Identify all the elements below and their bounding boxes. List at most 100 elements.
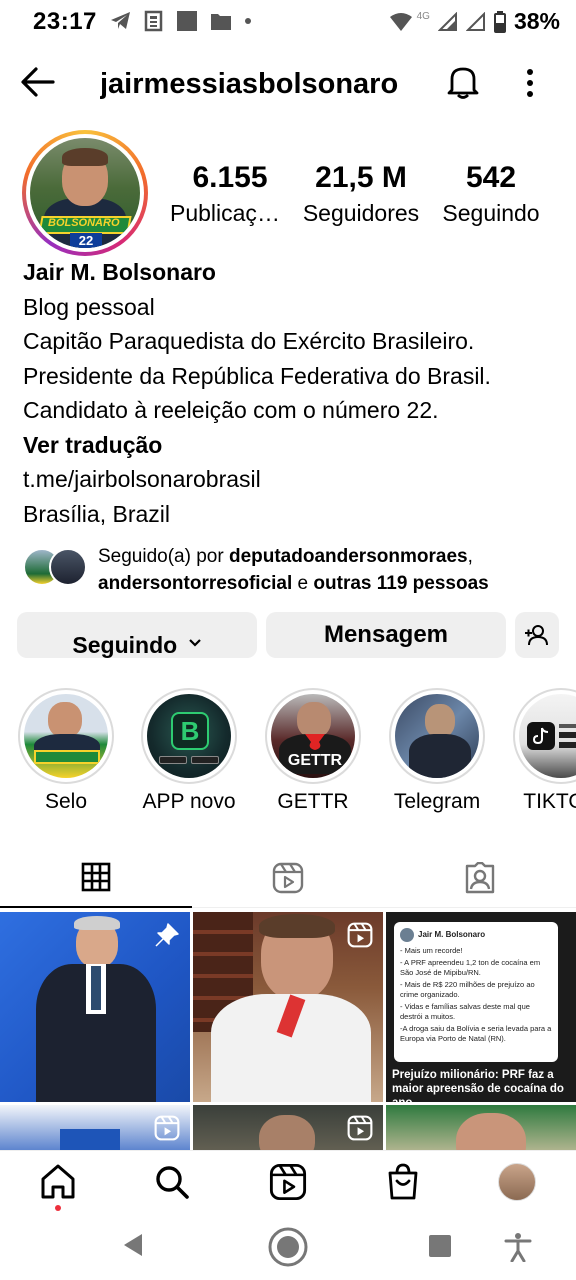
mutual-followers-others: outras 119 pessoas (313, 573, 489, 594)
recents-square-icon (429, 1235, 451, 1257)
profile-avatar[interactable]: BOLSONARO 22 (22, 130, 148, 256)
profile-username: jairmessiasbolsonaro (100, 68, 399, 100)
battery-icon (493, 10, 506, 33)
post-caption: Prejuízo milionário: PRF faz a maior apr… (392, 1069, 564, 1102)
profile-location[interactable]: Brasília, Brazil (23, 497, 563, 532)
highlight-label: TIKTOK (523, 790, 576, 813)
highlight-cover: B (147, 694, 231, 778)
post-thumbnail[interactable] (193, 912, 383, 1102)
tab-reels[interactable] (192, 848, 384, 908)
reels-icon (269, 1163, 307, 1201)
post-thumbnail[interactable]: Jair M. Bolsonaro - Mais um recorde! - A… (386, 912, 576, 1102)
mutual-follower-name: deputadoandersonmoraes (228, 546, 468, 567)
following-button[interactable]: Seguindo (17, 612, 257, 658)
post-thumbnail[interactable] (386, 1105, 576, 1150)
nav-profile[interactable] (498, 1163, 538, 1207)
tiktok-icon (533, 727, 549, 745)
highlight-cover (395, 694, 479, 778)
accessibility-icon (504, 1233, 532, 1263)
home-icon (41, 1164, 75, 1199)
mutual-followers-text[interactable]: Seguido(a) por deputadoandersonmoraes, a… (98, 543, 568, 597)
highlight-app-novo[interactable]: B APP novo (140, 688, 238, 814)
tab-posts-grid[interactable] (0, 848, 192, 908)
bio-line: Capitão Paraquedista do Exército Brasile… (23, 328, 475, 354)
more-vertical-icon (527, 69, 533, 97)
signal-icon (465, 11, 485, 31)
gettr-text: GETTR (287, 752, 343, 769)
reels-icon (272, 862, 304, 894)
highlight-tiktok[interactable]: TIKTOK (512, 688, 576, 814)
status-notification-icons (110, 10, 252, 32)
bio-line: Presidente da República Federativa do Br… (23, 362, 491, 389)
stat-followers-value: 21,5 M (315, 161, 407, 194)
bio-line: Blog pessoal (23, 293, 155, 320)
reels-icon (347, 922, 373, 948)
avatar (400, 928, 414, 942)
profile-tabs (0, 848, 576, 908)
accessibility-button[interactable] (504, 1232, 532, 1267)
highlight-gettr[interactable]: GETTR GETTR (264, 688, 362, 814)
highlight-selo[interactable]: Selo (17, 688, 115, 814)
system-navigation-bar (0, 1220, 576, 1280)
highlight-telegram[interactable]: Telegram (388, 688, 486, 814)
message-button[interactable]: Mensagem (266, 612, 506, 658)
highlight-label: GETTR (277, 790, 349, 813)
mutual-followers-avatars[interactable] (23, 548, 89, 586)
stat-followers[interactable]: 21,5 M Seguidores (298, 160, 424, 230)
battery-percent: 38% (513, 8, 560, 34)
stat-posts[interactable]: 6.155 Publicações (170, 160, 290, 230)
home-circle-icon (268, 1227, 308, 1267)
highlight-cover (24, 694, 108, 778)
mutual-follower-name: andersontorresoficial (98, 573, 293, 594)
back-button[interactable] (20, 66, 60, 102)
reels-icon (347, 1115, 373, 1141)
tagged-icon (465, 862, 495, 894)
pin-icon (155, 923, 179, 947)
stat-following-value: 542 (465, 161, 517, 194)
search-icon (156, 1166, 189, 1199)
post-thumbnail[interactable] (0, 912, 190, 1102)
system-recents-button[interactable] (428, 1234, 452, 1263)
folder-icon (211, 14, 231, 30)
see-translation-link[interactable]: Ver tradução (23, 428, 563, 463)
profile-link[interactable]: t.me/jairbolsonarobrasil (23, 462, 563, 497)
bio-line: Candidato à reeleição com o número 22. (23, 397, 439, 423)
wifi-icon (389, 12, 412, 31)
stat-followers-label: Seguidores (302, 200, 420, 226)
notification-dot (55, 1205, 61, 1211)
bottom-navigation (0, 1150, 576, 1220)
post-thumbnail[interactable] (0, 1105, 190, 1150)
highlight-cover: GETTR (271, 694, 355, 778)
reels-icon (154, 1115, 180, 1141)
system-back-button[interactable] (120, 1230, 146, 1265)
nav-home[interactable] (38, 1163, 78, 1211)
nav-search[interactable] (152, 1163, 192, 1207)
highlight-label: Telegram (393, 790, 481, 813)
system-home-button[interactable] (267, 1226, 309, 1273)
nav-reels[interactable] (268, 1163, 308, 1207)
stat-posts-label: Publicações (170, 200, 290, 226)
stat-following[interactable]: 542 Seguindo (432, 160, 550, 230)
avatar-number: 22 (70, 233, 102, 248)
stat-posts-value: 6.155 (192, 161, 268, 194)
notifications-button[interactable] (446, 64, 482, 102)
avatar (49, 548, 87, 586)
tweet-card: Jair M. Bolsonaro - Mais um recorde! - A… (394, 922, 558, 1062)
highlight-cover (519, 694, 576, 778)
profile-name: Jair M. Bolsonaro (23, 259, 216, 285)
add-user-button[interactable] (515, 612, 559, 658)
add-user-icon (525, 625, 548, 646)
more-options-button[interactable] (518, 66, 542, 102)
stat-following-label: Seguindo (442, 200, 540, 226)
tweet-author: Jair M. Bolsonaro (418, 930, 486, 939)
highlight-label: Selo (44, 790, 88, 813)
network-type: 4G (416, 11, 430, 22)
nav-shop[interactable] (383, 1163, 423, 1207)
grid-icon (81, 862, 111, 892)
profile-avatar (498, 1163, 536, 1201)
tab-tagged[interactable] (384, 848, 576, 908)
news-icon (144, 10, 163, 32)
chevron-down-icon (188, 639, 201, 647)
post-thumbnail[interactable] (193, 1105, 383, 1150)
highlight-label: APP novo (142, 790, 236, 813)
